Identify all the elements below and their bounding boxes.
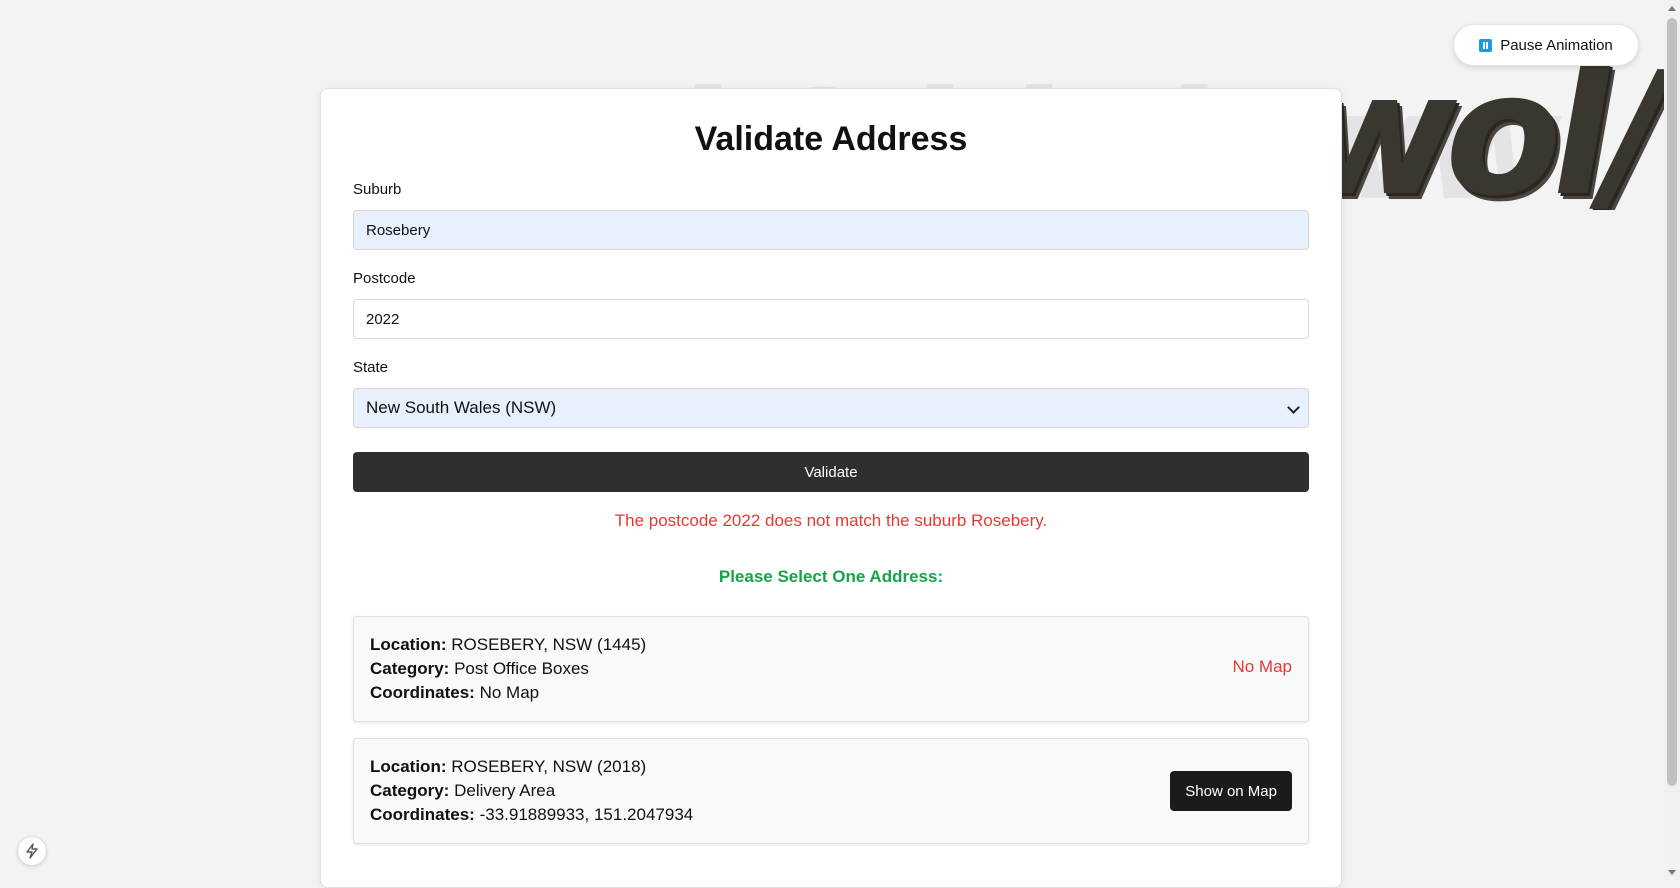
vertical-scrollbar[interactable] <box>1664 0 1680 881</box>
validation-error-message: The postcode 2022 does not match the sub… <box>614 511 1048 530</box>
show-on-map-button[interactable]: Show on Map <box>1170 771 1292 811</box>
address-category: Category: Post Office Boxes <box>370 659 589 678</box>
suburb-label: Suburb <box>353 181 402 198</box>
lightning-icon <box>26 843 38 859</box>
no-map-status: No Map <box>1232 657 1292 676</box>
address-coordinates: Coordinates: No Map <box>370 683 540 702</box>
pause-animation-button[interactable]: Pause Animation <box>1453 24 1639 66</box>
dev-tools-badge[interactable] <box>17 836 47 866</box>
scroll-up-arrow-icon[interactable] <box>1668 6 1676 11</box>
suburb-input[interactable] <box>353 210 1309 250</box>
background-letters-3d: wol/ <box>1340 60 1664 210</box>
pause-icon <box>1479 38 1493 52</box>
state-select[interactable]: New South Wales (NSW) <box>353 388 1309 428</box>
address-option[interactable]: Location: ROSEBERY, NSW (1445) Category:… <box>353 616 1309 722</box>
address-location: Location: ROSEBERY, NSW (2018) <box>370 757 647 776</box>
page-title: Validate Address <box>694 120 968 158</box>
chevron-down-icon <box>1287 401 1300 414</box>
scrollbar-thumb[interactable] <box>1667 18 1677 786</box>
postcode-input[interactable] <box>353 299 1309 339</box>
state-select-value: New South Wales (NSW) <box>366 398 557 417</box>
select-address-heading: Please Select One Address: <box>718 567 944 586</box>
validate-button[interactable]: Validate <box>353 452 1309 492</box>
validate-address-card: Validate Address Suburb Postcode State N… <box>320 88 1342 888</box>
postcode-label: Postcode <box>353 270 416 287</box>
address-location: Location: ROSEBERY, NSW (1445) <box>370 635 647 654</box>
address-option[interactable]: Location: ROSEBERY, NSW (2018) Category:… <box>353 738 1309 844</box>
state-label: State <box>353 359 389 376</box>
address-coordinates: Coordinates: -33.91889933, 151.2047934 <box>370 805 694 824</box>
pause-animation-label: Pause Animation <box>1500 36 1613 54</box>
address-category: Category: Delivery Area <box>370 781 556 800</box>
scroll-down-arrow-icon[interactable] <box>1668 870 1676 875</box>
